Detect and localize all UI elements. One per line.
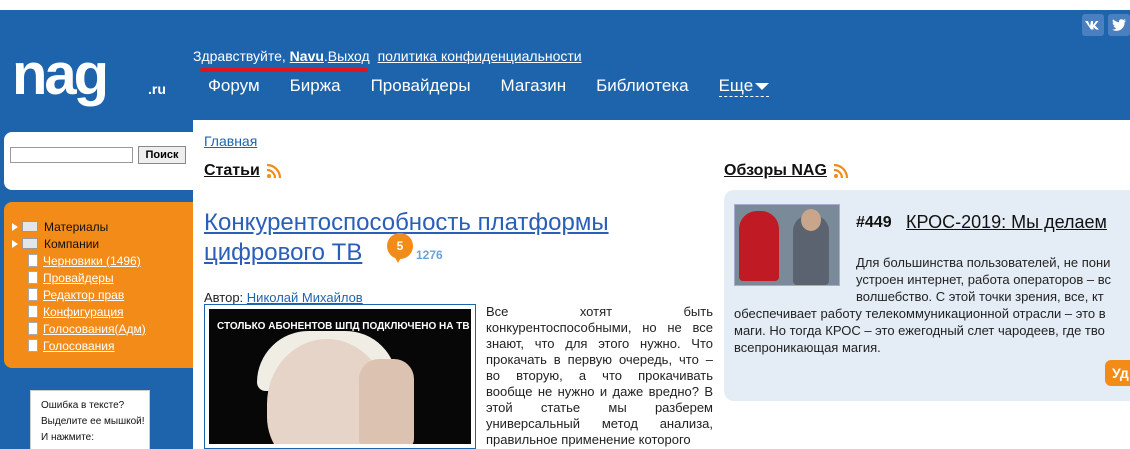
review-action-button[interactable]: Уд: [1105, 360, 1130, 386]
review-number: #449: [856, 214, 892, 231]
notice-line: И нажмите:: [41, 432, 95, 443]
expand-arrow-icon[interactable]: [12, 222, 18, 231]
review-card: #449 КРОС-2019: Мы делаем Для большинств…: [724, 190, 1130, 401]
rss-icon[interactable]: [266, 163, 282, 179]
tree-item-label: Черновики (1496): [43, 253, 141, 268]
tree-item-polls-admin[interactable]: Голосования(Адм): [4, 320, 193, 337]
search-panel: Поиск: [4, 132, 193, 190]
breadcrumb-home[interactable]: Главная: [204, 133, 257, 149]
tree-item-label: Голосования: [43, 338, 115, 353]
sidebar: Поиск Материалы Компании Черновики (1496…: [0, 120, 193, 449]
tree-item-providers[interactable]: Провайдеры: [4, 269, 193, 286]
rss-icon[interactable]: [833, 163, 849, 179]
author-link[interactable]: Николай Михайлов: [247, 290, 363, 305]
excerpt-line: устроен интернет, работа операторов – вс: [856, 272, 1112, 287]
site-header: nag .ru Здравствуйте, Navu.Выход политик…: [0, 10, 1130, 120]
view-count: 1276: [416, 248, 443, 262]
logo-suffix: .ru: [148, 81, 166, 97]
article-author: Автор: Николай Михайлов: [204, 290, 363, 305]
document-icon: [28, 322, 38, 335]
tree-item-label: Голосования(Адм): [43, 321, 146, 336]
twitter-icon[interactable]: [1108, 14, 1130, 36]
folder-icon: [22, 221, 38, 232]
username-link[interactable]: Navu: [290, 48, 324, 64]
tree-item-label: Провайдеры: [43, 270, 114, 285]
notice-line: Ошибка в тексте?: [41, 400, 125, 411]
photo-shape: [801, 209, 821, 231]
document-icon: [28, 339, 38, 352]
nav-providers[interactable]: Провайдеры: [371, 76, 471, 97]
admin-menu: Материалы Компании Черновики (1496) Пров…: [4, 202, 193, 368]
tree-item-rights-editor[interactable]: Редактор прав: [4, 286, 193, 303]
document-icon: [28, 271, 38, 284]
tree-item-companies[interactable]: Компании: [4, 235, 193, 252]
chevron-down-icon: [755, 82, 770, 90]
review-title-link[interactable]: КРОС-2019: Мы делаем: [906, 212, 1107, 233]
section-title-label: Статьи: [204, 162, 260, 179]
red-underline-mark: [200, 68, 368, 72]
articles-section-title[interactable]: Статьи: [204, 162, 282, 180]
excerpt-line: маги. Но тогда КРОС – это ежегодный слет…: [734, 323, 1105, 338]
tree-item-label: Конфигурация: [43, 304, 124, 319]
excerpt-line: Для большинства пользователей, не пони: [856, 255, 1111, 270]
tree-item-drafts[interactable]: Черновики (1496): [4, 252, 193, 269]
excerpt-line: волшебство. С этой точки зрения, все, кт: [856, 289, 1104, 304]
tree-item-materials[interactable]: Материалы: [4, 218, 193, 235]
folder-icon: [22, 238, 38, 249]
vk-icon[interactable]: [1082, 14, 1104, 36]
document-icon: [28, 254, 38, 267]
nag-logo[interactable]: nag .ru: [12, 48, 182, 114]
thumbnail-photo: СТОЛЬКО АБОНЕНТОВ ШПД ПОДКЛЮЧЕНО НА ТВ: [209, 309, 471, 444]
tree-item-polls[interactable]: Голосования: [4, 337, 193, 354]
article-thumbnail[interactable]: СТОЛЬКО АБОНЕНТОВ ШПД ПОДКЛЮЧЕНО НА ТВ: [204, 304, 476, 449]
article-excerpt: Все хотят быть конкурентоспособными, но …: [486, 304, 713, 447]
nav-more-label: Еще: [718, 76, 754, 95]
photo-shape: [359, 359, 414, 444]
nav-forum[interactable]: Форум: [208, 76, 260, 97]
social-links: [1082, 14, 1130, 36]
tree-item-label: Редактор прав: [43, 287, 125, 302]
comment-bubble-tail: [393, 254, 403, 263]
author-label: Автор:: [204, 290, 247, 305]
notice-line: Выделите ее мышкой!: [41, 416, 145, 427]
expand-arrow-icon[interactable]: [12, 239, 18, 248]
greeting-bar: Здравствуйте, Navu.Выход политика конфид…: [193, 48, 582, 64]
logout-link[interactable]: Выход: [328, 48, 370, 64]
excerpt-line: всепроникающая магия.: [734, 340, 881, 355]
section-title-label: Обзоры NAG: [724, 162, 827, 179]
nav-library[interactable]: Библиотека: [596, 76, 688, 97]
excerpt-line: обеспечивает работу телекоммуникационной…: [734, 306, 1106, 321]
error-report-notice: Ошибка в тексте? Выделите ее мышкой! И н…: [30, 390, 150, 449]
review-excerpt: Для большинства пользователей, не пони у…: [734, 254, 1130, 356]
tree-item-label: Компании: [44, 236, 100, 251]
search-input[interactable]: [10, 147, 133, 163]
privacy-link[interactable]: политика конфиденциальности: [378, 48, 582, 64]
document-icon: [28, 288, 38, 301]
tree-item-configuration[interactable]: Конфигурация: [4, 303, 193, 320]
tree-item-label: Материалы: [44, 219, 109, 234]
nav-more[interactable]: Еще: [718, 76, 770, 97]
greeting-text: Здравствуйте,: [193, 48, 290, 64]
document-icon: [28, 305, 38, 318]
logo-text: nag: [12, 48, 106, 107]
reviews-section-title[interactable]: Обзоры NAG: [724, 162, 849, 180]
thumbnail-caption: СТОЛЬКО АБОНЕНТОВ ШПД ПОДКЛЮЧЕНО НА ТВ: [217, 321, 470, 332]
nav-shop[interactable]: Магазин: [501, 76, 567, 97]
main-nav: Форум Биржа Провайдеры Магазин Библиотек…: [208, 76, 799, 97]
nav-exchange[interactable]: Биржа: [290, 76, 341, 97]
search-button[interactable]: Поиск: [138, 146, 186, 164]
